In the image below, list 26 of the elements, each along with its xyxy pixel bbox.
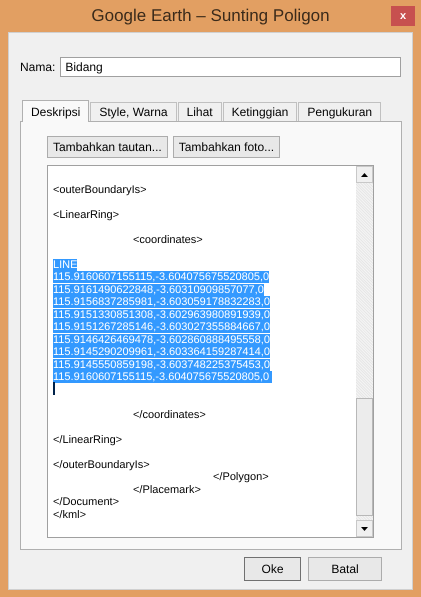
code-line: </Document> <box>53 496 120 508</box>
code-line: <coordinates> <box>132 234 203 246</box>
tab[interactable]: Lihat <box>178 102 222 121</box>
tab[interactable]: Pengukuran <box>298 102 382 121</box>
close-button[interactable]: x <box>391 6 415 26</box>
code-line: </kml> <box>53 508 86 520</box>
tab[interactable]: Deskripsi <box>22 100 90 122</box>
code-line: <LinearRing> <box>53 208 120 220</box>
toolbar-button[interactable]: Tambahkan tautan... <box>47 136 168 158</box>
tab[interactable]: Style, Warna <box>90 102 177 121</box>
code-line: </outerBoundaryIs> <box>53 458 150 470</box>
name-field[interactable]: Bidang <box>60 57 401 77</box>
code-line: </Placemark> <box>132 484 201 496</box>
dialog-button[interactable]: Oke <box>244 557 301 581</box>
code-line: <outerBoundaryIs> <box>53 184 147 196</box>
text-cursor <box>53 382 55 396</box>
code-line: </coordinates> <box>132 408 206 420</box>
scrollbar[interactable] <box>356 166 373 537</box>
name-label: Nama: <box>20 59 56 76</box>
toolbar-button[interactable]: Tambahkan foto... <box>172 136 280 158</box>
window-title: Google Earth – Sunting Poligon <box>91 5 330 28</box>
tab[interactable]: Ketinggian <box>222 102 298 121</box>
scroll-thumb[interactable] <box>356 398 373 516</box>
code-line: </Polygon> <box>212 471 269 483</box>
dialog-button[interactable]: Batal <box>308 557 382 581</box>
code-line: </LinearRing> <box>53 434 122 446</box>
